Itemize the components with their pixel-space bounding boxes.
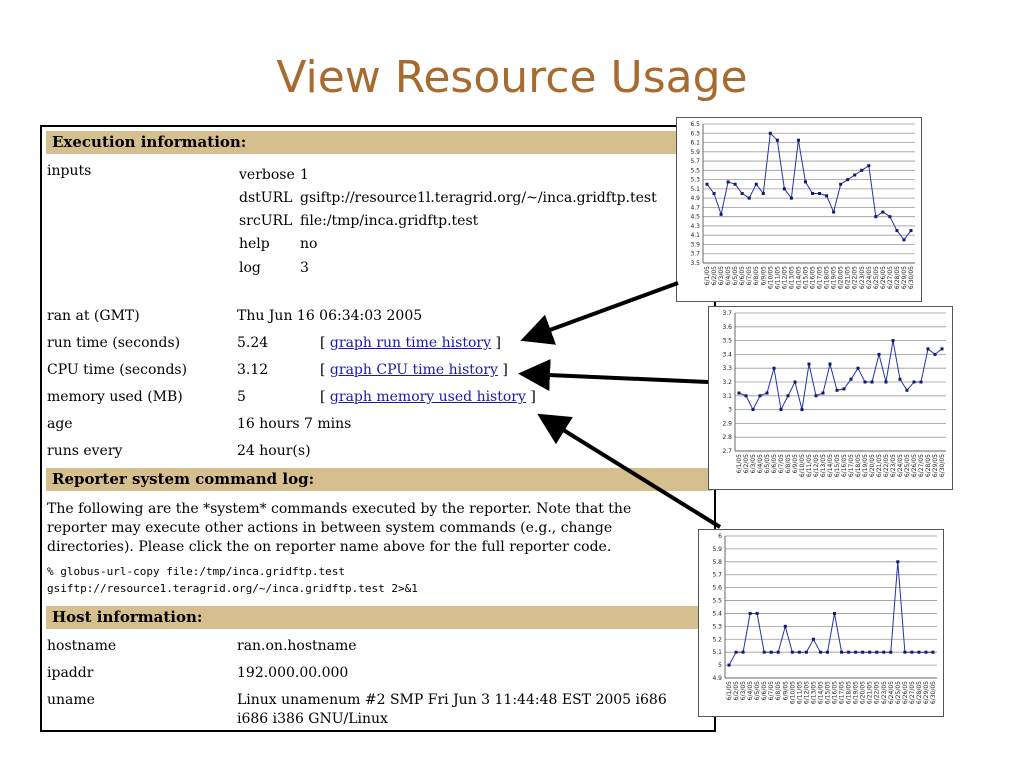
annotation-arrows [518,281,722,529]
arrow-to-run-time-link [520,281,679,345]
arrow-to-memory-link [537,413,722,529]
arrow-to-cpu-time-link [518,359,709,392]
